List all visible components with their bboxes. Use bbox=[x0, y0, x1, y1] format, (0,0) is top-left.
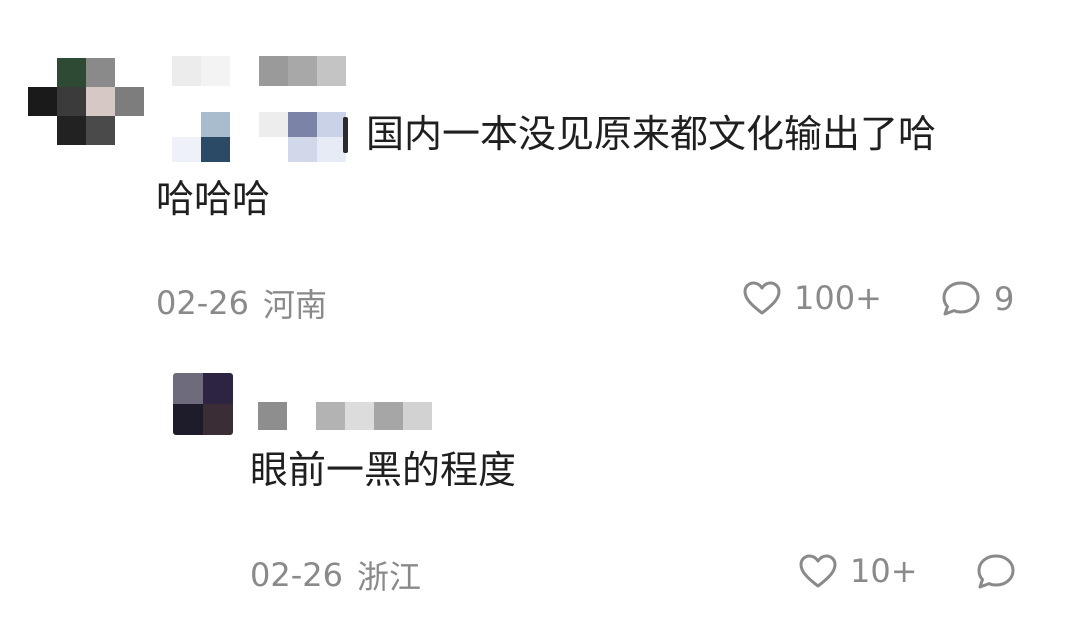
reply-date: 02-26 bbox=[250, 556, 343, 594]
comment-region: 河南 bbox=[262, 286, 327, 324]
like-count: 100+ bbox=[794, 279, 882, 317]
avatar[interactable] bbox=[28, 58, 144, 145]
badge-divider bbox=[343, 117, 348, 153]
reply-avatar[interactable] bbox=[173, 373, 233, 435]
comment-date: 02-26 bbox=[156, 284, 249, 322]
reply-username-redacted[interactable] bbox=[258, 402, 434, 430]
reply-meta: 02-26 浙江 bbox=[250, 552, 421, 598]
comment-text-continued: 哈哈哈 bbox=[156, 177, 271, 221]
heart-outline-icon bbox=[798, 553, 838, 589]
reply-like-count: 10+ bbox=[850, 552, 918, 590]
reply-reply-button[interactable] bbox=[975, 552, 1017, 592]
speech-bubble-icon bbox=[940, 279, 982, 319]
comment-text: 国内一本没见原来都文化输出了哈 bbox=[366, 112, 937, 156]
reply-like-button[interactable]: 10+ bbox=[798, 552, 918, 590]
reply-count: 9 bbox=[994, 280, 1015, 318]
reply-region: 浙江 bbox=[356, 558, 421, 596]
user-badge-redacted bbox=[172, 112, 350, 162]
speech-bubble-icon bbox=[975, 552, 1017, 592]
like-button[interactable]: 100+ bbox=[742, 279, 882, 317]
reply-button[interactable]: 9 bbox=[940, 279, 1014, 319]
heart-outline-icon bbox=[742, 280, 782, 316]
comment-meta: 02-26 河南 bbox=[156, 280, 327, 326]
username-redacted[interactable] bbox=[172, 56, 352, 88]
reply-text: 眼前一黑的程度 bbox=[250, 448, 517, 492]
